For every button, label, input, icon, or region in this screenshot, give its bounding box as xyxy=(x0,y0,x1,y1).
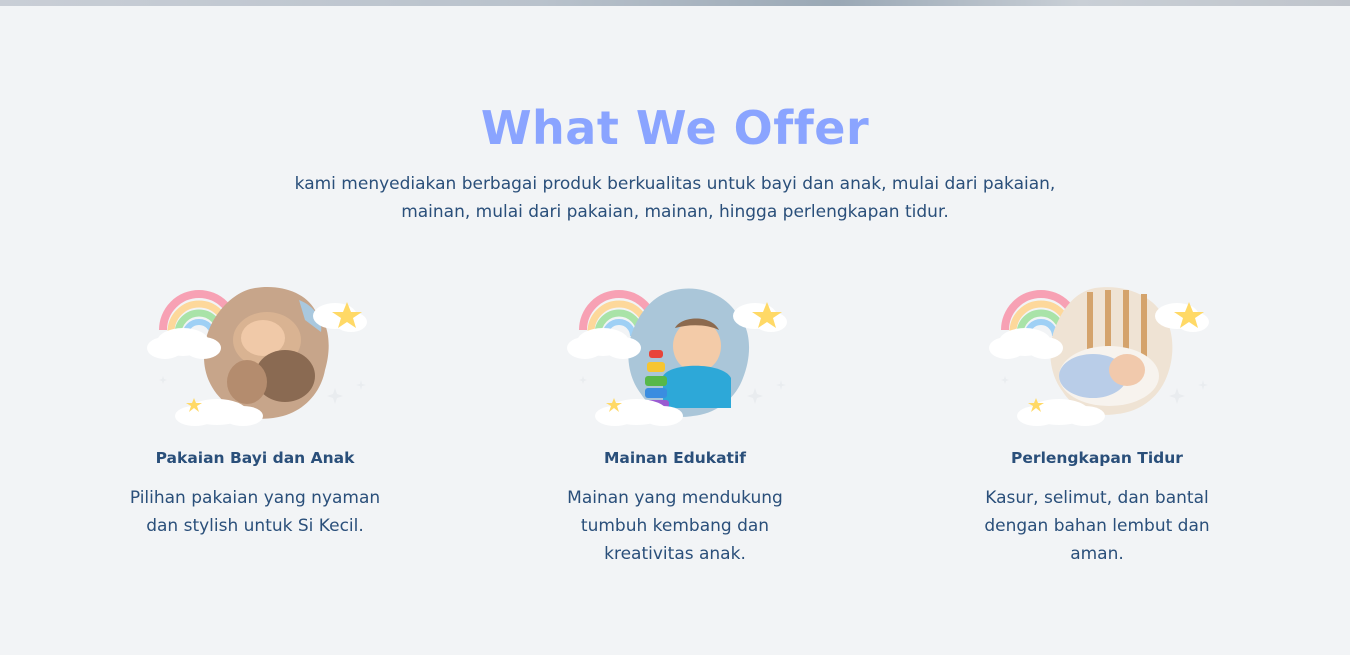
card-title: Perlengkapan Tidur xyxy=(1011,449,1183,467)
baby-clothing-illustration xyxy=(135,280,375,430)
card-description: Mainan yang mendukung tumbuh kembang dan… xyxy=(567,488,783,564)
toddler-photo xyxy=(628,288,750,417)
offer-card-clothing: Pakaian Bayi dan Anak Pilihan pakaian ya… xyxy=(105,280,405,540)
offer-card-toys: Mainan Edukatif Mainan yang mendukung tu… xyxy=(525,280,825,568)
section-subtitle: kami menyediakan berbagai produk berkual… xyxy=(294,174,1056,222)
card-description: Pilihan pakaian yang nyaman dan stylish … xyxy=(129,488,381,536)
card-description: Kasur, selimut, dan bantal dengan bahan … xyxy=(984,488,1210,564)
baby-bedding-illustration xyxy=(977,280,1217,430)
offer-card-bedding: Perlengkapan Tidur Kasur, selimut, dan b… xyxy=(947,280,1247,568)
offer-section: What We Offer kami menyediakan berbagai … xyxy=(0,6,1350,655)
card-title: Mainan Edukatif xyxy=(603,449,747,467)
section-title: What We Offer xyxy=(480,101,870,155)
crib-photo xyxy=(1050,287,1173,415)
card-title: Pakaian Bayi dan Anak xyxy=(155,449,355,467)
educational-toy-illustration xyxy=(555,280,795,430)
